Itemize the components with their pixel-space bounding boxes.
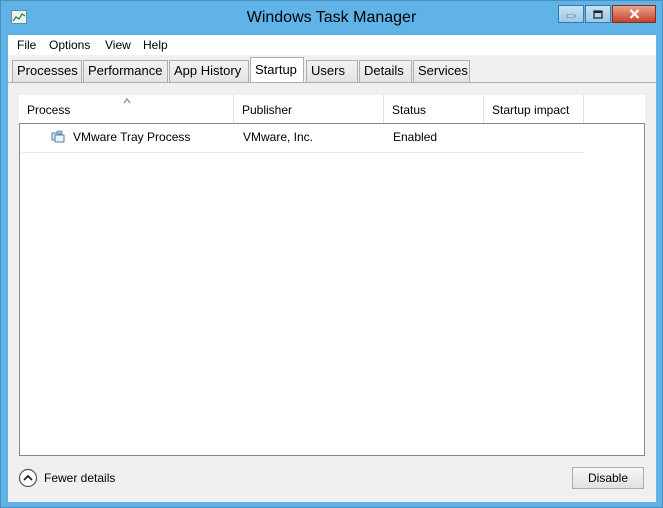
column-header-process[interactable]: Process [19, 95, 233, 123]
tab-performance[interactable]: Performance [83, 60, 168, 82]
tab-processes[interactable]: Processes [12, 60, 82, 82]
minimize-button[interactable] [558, 5, 584, 23]
close-button[interactable] [612, 5, 656, 23]
fewer-details-link[interactable]: Fewer details [44, 471, 115, 485]
minimize-icon [566, 14, 576, 18]
tab-services[interactable]: Services [413, 60, 470, 82]
row-status: Enabled [393, 130, 438, 144]
disable-button[interactable]: Disable [572, 467, 644, 489]
caption-buttons [557, 5, 656, 23]
startup-panel: Process Publisher Status Startup impact [8, 83, 656, 502]
close-icon [629, 9, 639, 19]
menu-help[interactable]: Help [143, 38, 168, 52]
row-process-name: VMware Tray Process [73, 130, 191, 144]
tab-strip: Processes Performance App History Startu… [8, 55, 656, 83]
menu-file[interactable]: File [17, 38, 36, 52]
task-manager-window: Windows Task Manager File Options View H… [0, 0, 663, 508]
menu-bar: File Options View Help [8, 35, 656, 55]
list-body: VMware Tray Process VMware, Inc. Enabled [19, 123, 645, 456]
column-header-startup-impact[interactable]: Startup impact [484, 95, 583, 123]
title-bar[interactable]: Windows Task Manager [1, 1, 662, 35]
menu-options[interactable]: Options [49, 38, 90, 52]
tab-startup[interactable]: Startup [250, 57, 304, 83]
tab-app-history[interactable]: App History [169, 60, 249, 82]
column-separator[interactable] [583, 95, 584, 123]
maximize-icon [593, 9, 603, 19]
client-area: File Options View Help Processes Perform… [8, 35, 656, 502]
chevron-up-circle-icon[interactable] [18, 468, 38, 488]
startup-list: Process Publisher Status Startup impact [19, 95, 645, 456]
application-icon [51, 130, 65, 143]
row-publisher: VMware, Inc. [243, 130, 314, 144]
list-header: Process Publisher Status Startup impact [19, 95, 645, 123]
tab-users[interactable]: Users [306, 60, 358, 82]
column-header-status[interactable]: Status [384, 95, 483, 123]
column-header-publisher[interactable]: Publisher [234, 95, 383, 123]
footer-bar: Fewer details Disable [8, 456, 656, 502]
maximize-button[interactable] [585, 5, 611, 23]
tab-details[interactable]: Details [359, 60, 412, 82]
menu-view[interactable]: View [105, 38, 131, 52]
table-row[interactable]: VMware Tray Process VMware, Inc. Enabled [21, 124, 584, 153]
